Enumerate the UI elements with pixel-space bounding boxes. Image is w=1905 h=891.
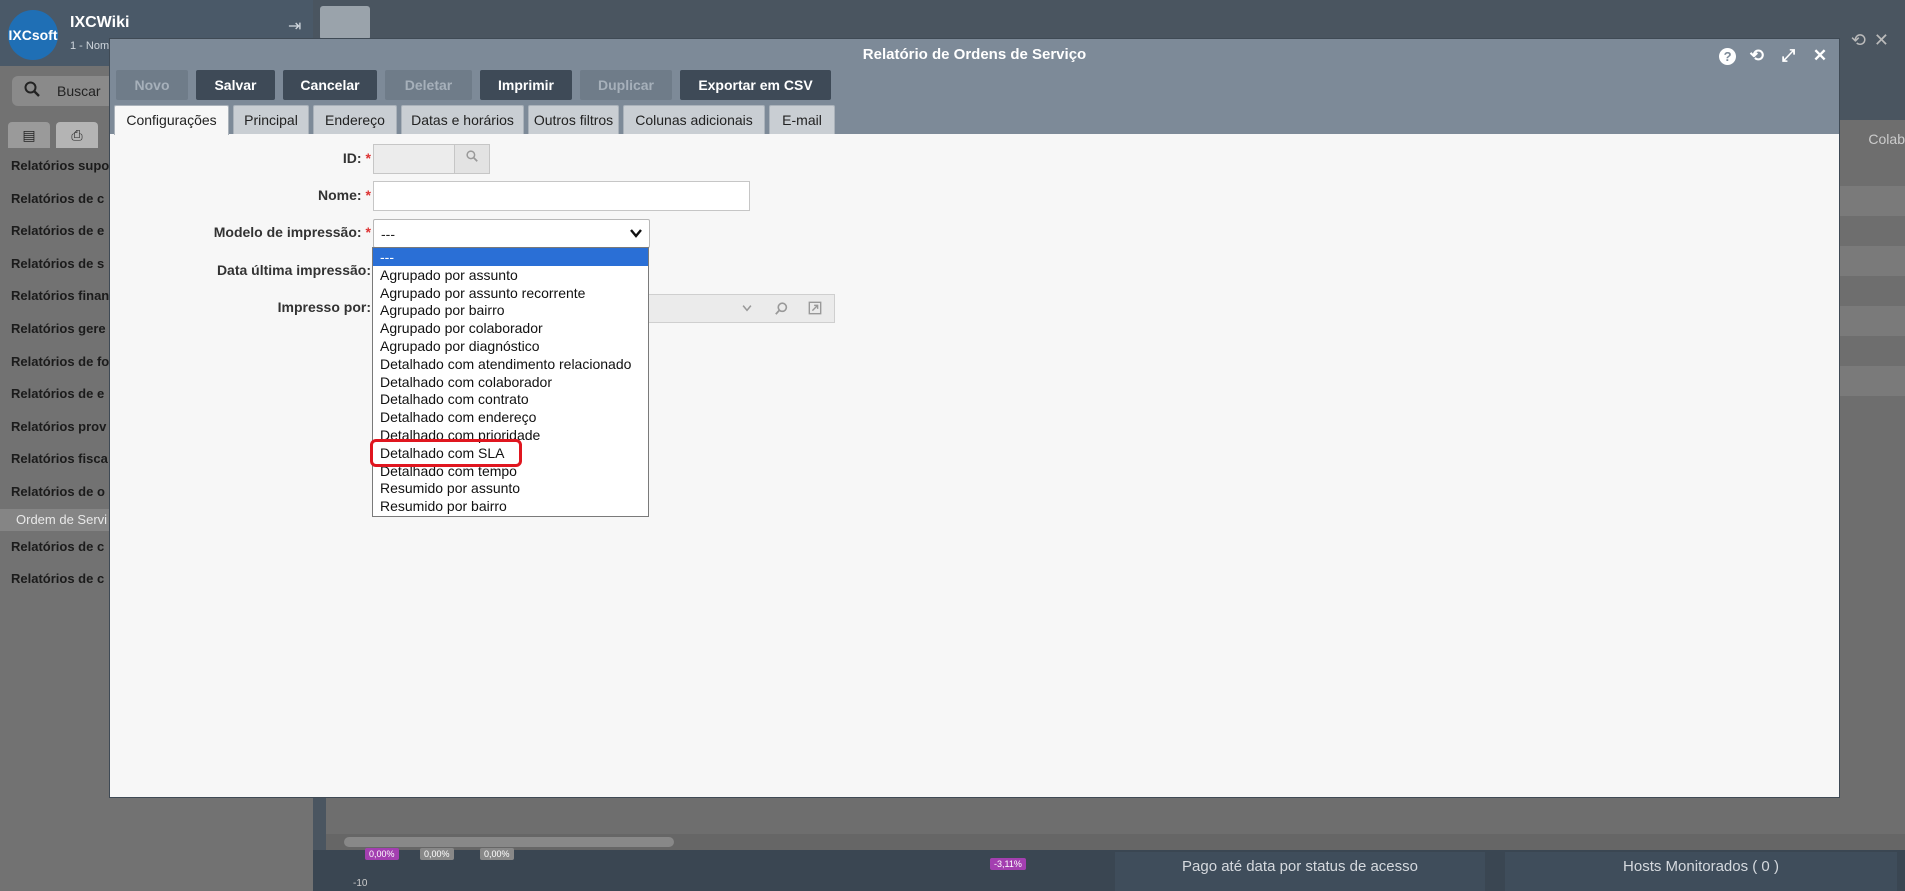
- dropdown-option[interactable]: Agrupado por assunto: [373, 266, 648, 284]
- id-label: ID: *: [170, 150, 371, 166]
- search-placeholder: Buscar: [57, 83, 101, 99]
- background-horizontal-scrollbar[interactable]: [326, 834, 1905, 850]
- chart-chip: 0,00%: [480, 848, 514, 860]
- history-icon[interactable]: ⟲: [1746, 45, 1768, 67]
- dropdown-option[interactable]: Agrupado por diagnóstico: [373, 337, 648, 355]
- printer-icon: ⎙: [71, 127, 83, 143]
- tab-endereco[interactable]: Endereço: [313, 105, 397, 134]
- chevron-down-icon[interactable]: [738, 301, 756, 319]
- tab-email[interactable]: E-mail: [769, 105, 835, 134]
- modal-title: Relatório de Ordens de Serviço: [862, 46, 1087, 63]
- close-icon[interactable]: ✕: [1809, 45, 1831, 67]
- list-icon: ▤: [22, 127, 36, 143]
- required-mark: *: [365, 224, 371, 240]
- search-icon: [24, 81, 40, 102]
- dropdown-option[interactable]: Resumido por bairro: [373, 497, 648, 515]
- background-column-header: Colab: [1868, 131, 1905, 147]
- help-icon[interactable]: ?: [1719, 48, 1737, 65]
- modelo-impressao-dropdown: --- Agrupado por assunto Agrupado por as…: [372, 247, 649, 517]
- novo-button[interactable]: Novo: [116, 70, 188, 100]
- dashboard-card-title: Pago até data por status de acesso: [1115, 852, 1485, 891]
- modal-header-icons: ? ⟲ ⤢ ✕: [1713, 45, 1831, 67]
- dropdown-option[interactable]: Agrupado por assunto recorrente: [373, 284, 648, 302]
- sidebar-tab-print[interactable]: ⎙: [56, 122, 98, 148]
- maximize-icon[interactable]: ⤢: [1777, 45, 1799, 67]
- search-icon[interactable]: [772, 301, 790, 319]
- dropdown-option[interactable]: Detalhado com contrato: [373, 390, 648, 408]
- chevron-down-icon: [630, 229, 642, 238]
- tab-colunas-adicionais[interactable]: Colunas adicionais: [623, 105, 765, 134]
- tab-datas-horarios[interactable]: Datas e horários: [401, 105, 524, 134]
- exportar-csv-button[interactable]: Exportar em CSV: [680, 70, 831, 100]
- nome-label: Nome: *: [170, 187, 371, 203]
- impresso-por-label: Impresso por:: [277, 299, 371, 315]
- app-title: IXCWiki: [70, 14, 130, 31]
- nome-label-text: Nome:: [317, 187, 362, 203]
- background-topbar-tab: [320, 6, 370, 40]
- chart-chip: -3,11%: [990, 858, 1026, 870]
- dropdown-option[interactable]: Detalhado com prioridade: [373, 426, 648, 444]
- cancelar-button[interactable]: Cancelar: [283, 70, 377, 100]
- chart-axis-label: -10: [353, 878, 368, 889]
- dropdown-option-sla[interactable]: Detalhado com SLA: [373, 444, 648, 462]
- duplicar-button[interactable]: Duplicar: [580, 70, 672, 100]
- open-external-icon[interactable]: [806, 301, 824, 319]
- tab-principal[interactable]: Principal: [233, 105, 309, 134]
- logout-icon[interactable]: ⇥: [288, 16, 301, 36]
- data-ultima-impressao-label: Data última impressão:: [216, 262, 371, 278]
- search-icon: [466, 150, 478, 162]
- tab-outros-filtros[interactable]: Outros filtros: [528, 105, 619, 134]
- modelo-selected-value: ---: [381, 226, 395, 242]
- background-window-icons: ⟲✕: [1850, 30, 1897, 50]
- required-mark: *: [365, 150, 371, 166]
- dropdown-option[interactable]: Agrupado por bairro: [373, 301, 648, 319]
- dropdown-option[interactable]: Detalhado com atendimento relacionado: [373, 355, 648, 373]
- nome-input[interactable]: [373, 181, 750, 211]
- dropdown-option[interactable]: Detalhado com tempo: [373, 462, 648, 480]
- dropdown-option[interactable]: Detalhado com endereço: [373, 408, 648, 426]
- chart-chip: 0,00%: [365, 848, 399, 860]
- dropdown-option[interactable]: Resumido por assunto: [373, 479, 648, 497]
- modal-header: Relatório de Ordens de Serviço ? ⟲ ⤢ ✕ N…: [110, 39, 1839, 135]
- modelo-impressao-select[interactable]: ---: [373, 219, 650, 248]
- id-search-button[interactable]: [454, 145, 489, 173]
- app-logo: IXCsoft: [8, 10, 58, 60]
- dashboard-card-title: Hosts Monitorados ( 0 ): [1505, 852, 1897, 891]
- modelo-impressao-label: Modelo de impressão: *: [150, 224, 371, 240]
- dropdown-option[interactable]: Detalhado com colaborador: [373, 373, 648, 391]
- modelo-label-text: Modelo de impressão:: [213, 224, 362, 240]
- app-subtitle: 1 - Nom: [70, 40, 110, 52]
- sidebar-tab-list[interactable]: ▤: [8, 122, 50, 148]
- deletar-button[interactable]: Deletar: [385, 70, 472, 100]
- scrollbar-thumb[interactable]: [344, 837, 674, 847]
- id-field[interactable]: [373, 144, 490, 174]
- report-modal: Relatório de Ordens de Serviço ? ⟲ ⤢ ✕ N…: [109, 38, 1840, 798]
- imprimir-button[interactable]: Imprimir: [480, 70, 572, 100]
- id-label-text: ID:: [342, 150, 362, 166]
- tab-configuracoes[interactable]: Configurações: [114, 105, 229, 135]
- dropdown-option[interactable]: Agrupado por colaborador: [373, 319, 648, 337]
- salvar-button[interactable]: Salvar: [196, 70, 275, 100]
- dropdown-option-selected[interactable]: ---: [373, 248, 648, 266]
- chart-chip: 0,00%: [420, 848, 454, 860]
- required-mark: *: [365, 187, 371, 203]
